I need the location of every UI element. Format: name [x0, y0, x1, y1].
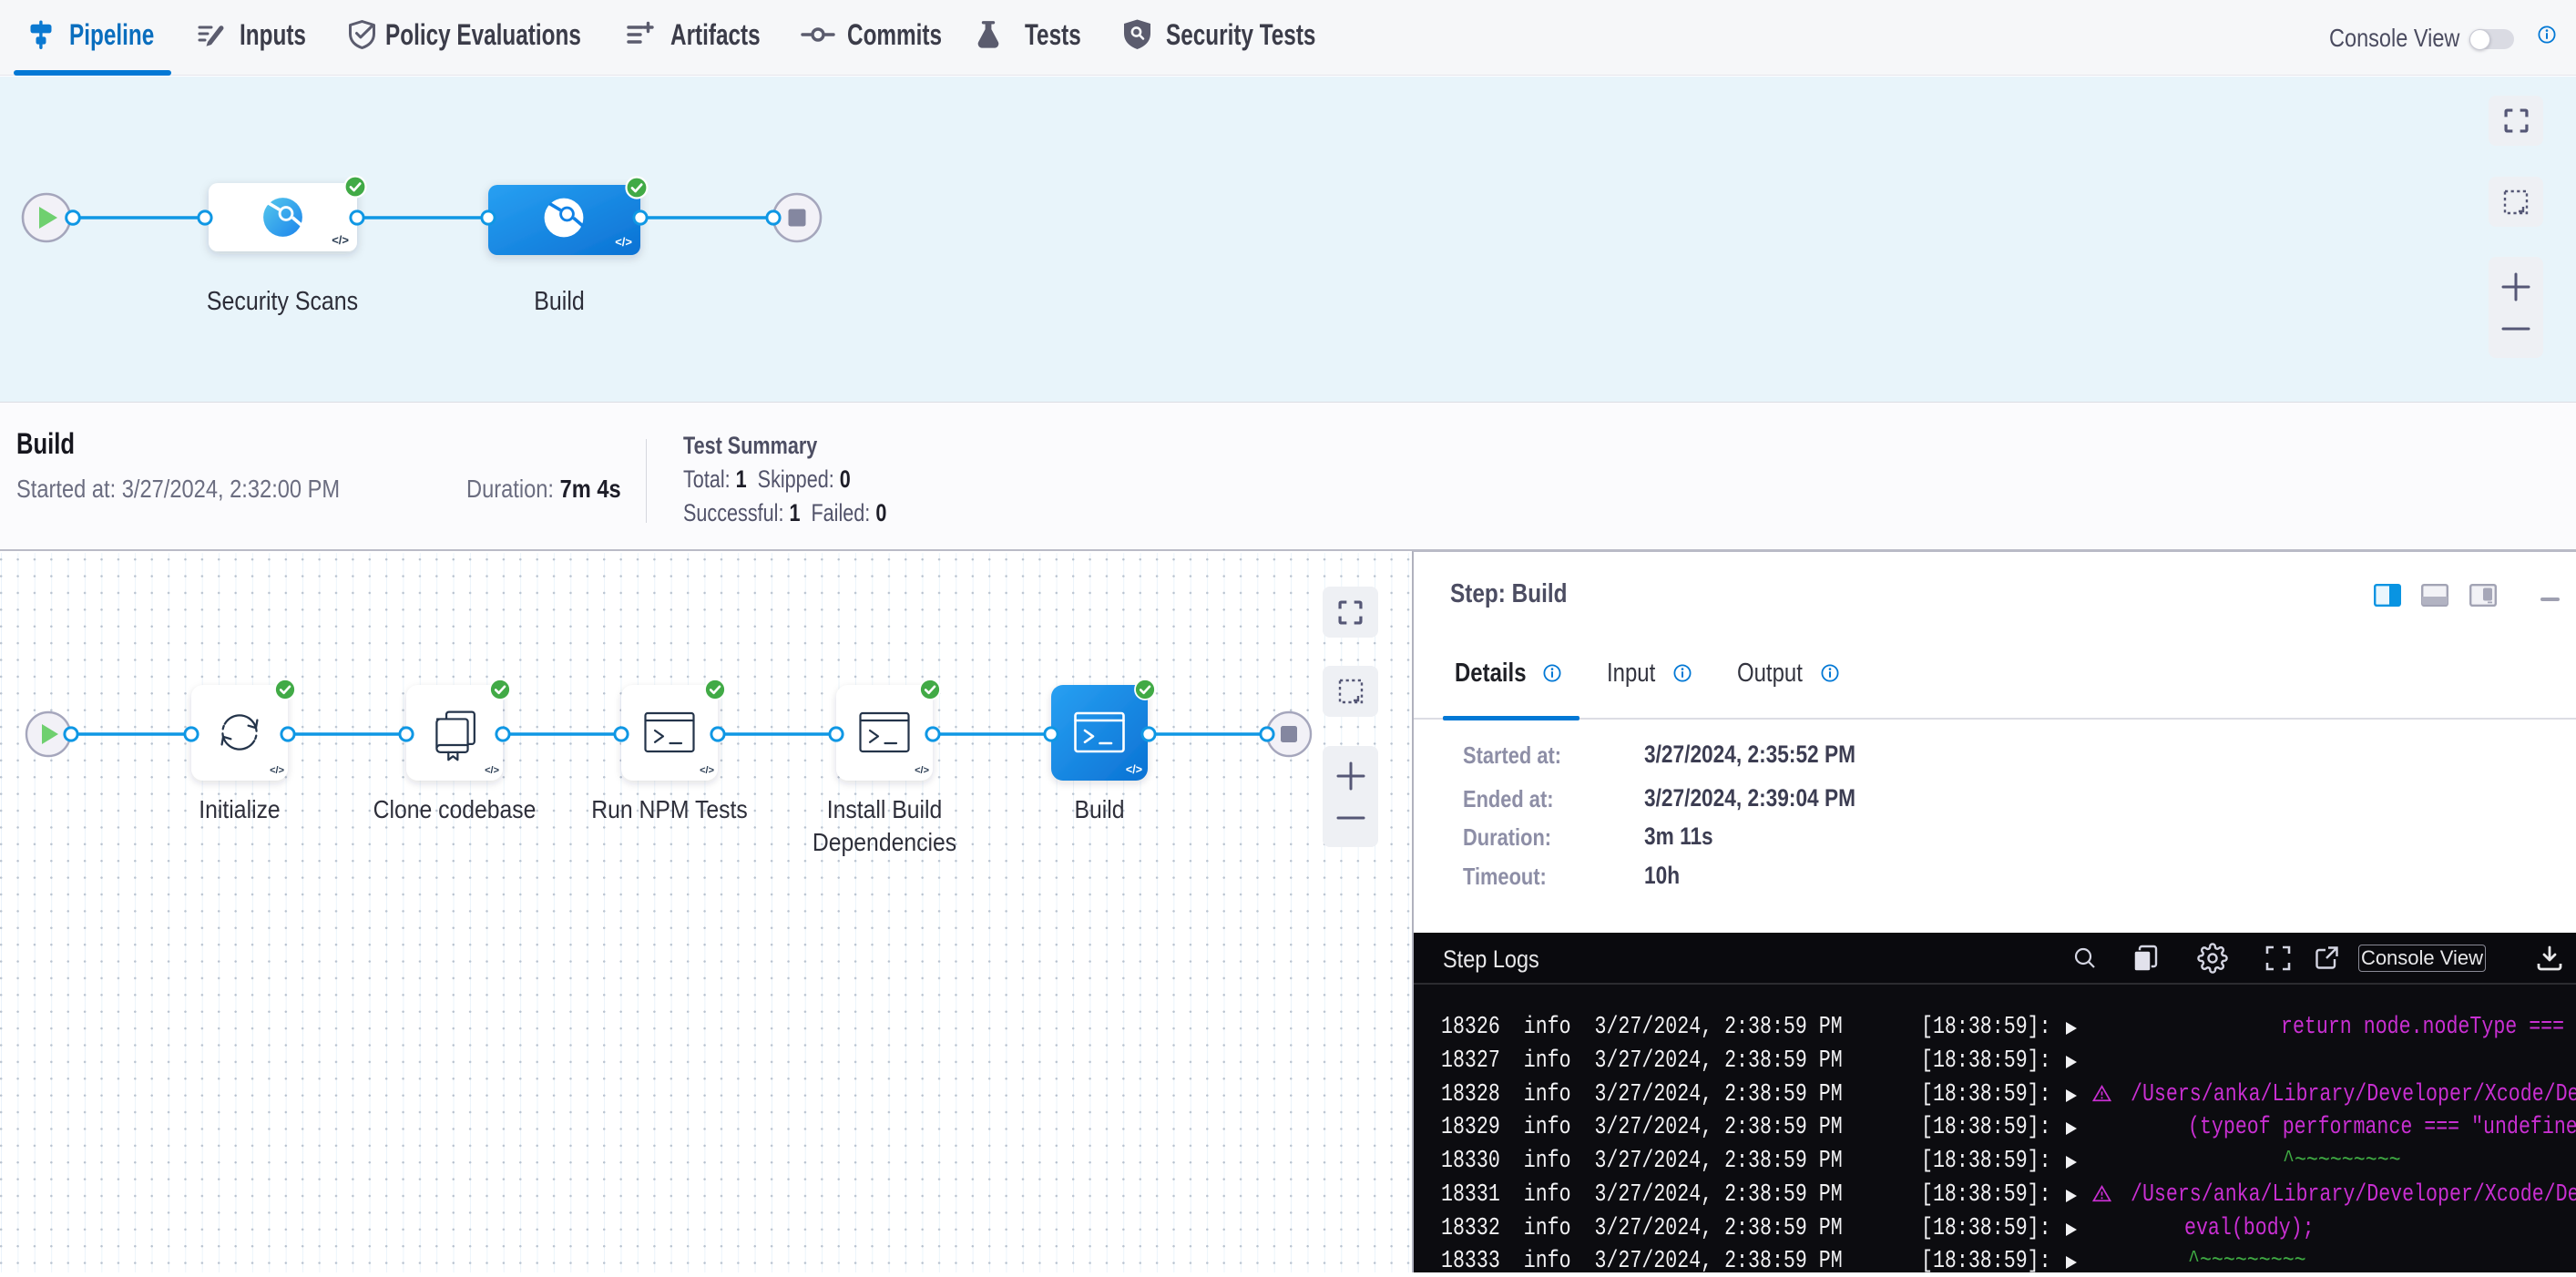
svg-text:Build: Build: [534, 286, 584, 315]
svg-text:Clone codebase: Clone codebase: [373, 795, 537, 824]
svg-text:Install Build: Install Build: [827, 795, 943, 824]
svg-text:</>: </>: [700, 765, 714, 776]
svg-text:Build: Build: [1074, 795, 1124, 824]
svg-text:</>: </>: [615, 235, 632, 249]
svg-text:</>: </>: [270, 765, 284, 776]
svg-text:Initialize: Initialize: [199, 795, 280, 824]
svg-text:Dependencies: Dependencies: [813, 828, 956, 857]
svg-text:Run NPM Tests: Run NPM Tests: [591, 795, 747, 824]
svg-text:</>: </>: [915, 765, 929, 776]
svg-text:</>: </>: [485, 765, 499, 776]
svg-text:</>: </>: [332, 233, 349, 247]
svg-text:</>: </>: [1126, 763, 1142, 776]
svg-text:Security Scans: Security Scans: [207, 286, 358, 315]
